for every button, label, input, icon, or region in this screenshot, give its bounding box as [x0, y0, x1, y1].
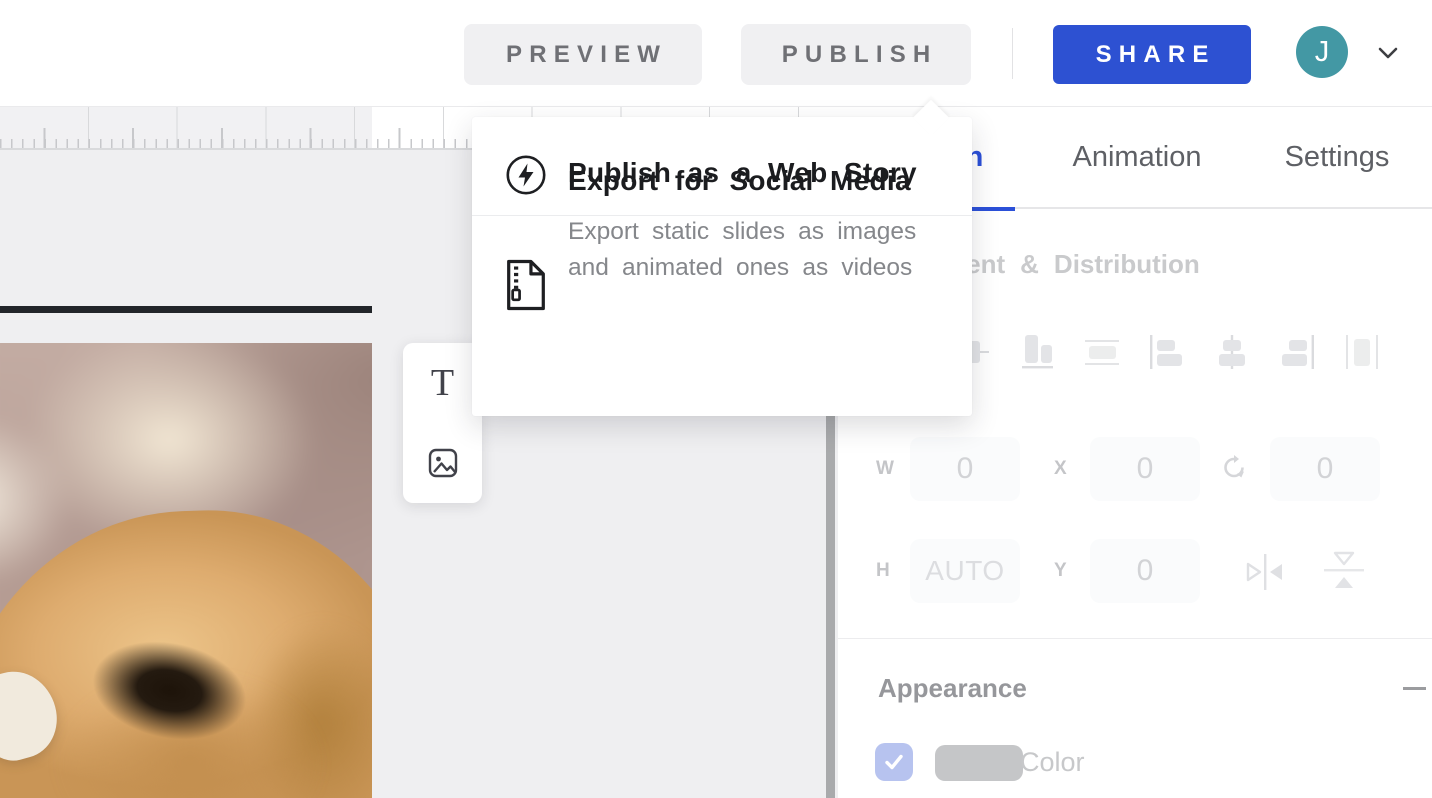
flip-horizontal-icon[interactable]	[1242, 551, 1288, 593]
width-label: W	[876, 437, 894, 501]
checkmark-icon	[883, 752, 905, 772]
insert-text-button[interactable]: T	[403, 343, 482, 423]
height-input[interactable]	[910, 539, 1020, 603]
height-label: H	[876, 539, 890, 603]
chevron-down-icon	[1372, 38, 1404, 66]
lightning-circle-icon	[504, 153, 548, 197]
y-input[interactable]	[1090, 539, 1200, 603]
align-right-button[interactable]	[1278, 333, 1316, 371]
color-label: Color	[1020, 747, 1085, 778]
distribute-vertical-button[interactable]	[1083, 333, 1121, 371]
menu-item-title: Export for Social Media	[568, 165, 911, 197]
app-root: T PREVIEW PUBLISH SHARE J Design	[0, 0, 1432, 798]
color-swatch[interactable]	[935, 745, 1023, 781]
size-position-row-2: H Y	[838, 539, 1432, 603]
x-input[interactable]	[1090, 437, 1200, 501]
appearance-section-title: Appearance	[878, 673, 1027, 704]
flip-vertical-icon[interactable]	[1322, 548, 1366, 594]
distribute-horizontal-button[interactable]	[1343, 333, 1381, 371]
zip-file-icon	[505, 259, 547, 311]
canvas-dog-image[interactable]	[0, 343, 372, 798]
avatar[interactable]: J	[1296, 26, 1348, 78]
canvas-line-element[interactable]	[0, 306, 372, 313]
preview-button[interactable]: PREVIEW	[464, 24, 702, 85]
menu-item-description: Export static slides as images and anima…	[568, 214, 916, 286]
size-position-row-1: W X	[838, 437, 1432, 501]
tab-animation[interactable]: Animation	[1063, 107, 1211, 207]
color-enabled-checkbox[interactable]	[875, 743, 913, 781]
rotation-icon	[1222, 454, 1246, 482]
topbar: PREVIEW PUBLISH SHARE J	[0, 0, 1432, 107]
account-menu-button[interactable]	[1372, 38, 1404, 66]
panel-section-divider	[838, 638, 1432, 639]
align-bottom-button[interactable]	[1018, 333, 1056, 371]
share-button[interactable]: SHARE	[1053, 25, 1251, 84]
collapse-section-icon[interactable]	[1403, 687, 1426, 690]
alignment-buttons-row	[953, 333, 1381, 371]
width-input[interactable]	[910, 437, 1020, 501]
publish-dropdown: Publish as a Web Story Export for Social…	[472, 117, 972, 416]
publish-button[interactable]: PUBLISH	[741, 24, 971, 85]
image-icon	[426, 446, 460, 480]
text-tool-icon: T	[431, 364, 454, 402]
align-left-button[interactable]	[1148, 333, 1186, 371]
insert-image-button[interactable]	[403, 423, 482, 503]
y-label: Y	[1054, 539, 1067, 603]
x-label: X	[1054, 437, 1067, 501]
rotation-input[interactable]	[1270, 437, 1380, 501]
insert-toolbar: T	[403, 343, 482, 503]
tab-settings[interactable]: Settings	[1275, 107, 1399, 207]
align-center-horizontal-button[interactable]	[1213, 333, 1251, 371]
topbar-divider	[1012, 28, 1013, 79]
